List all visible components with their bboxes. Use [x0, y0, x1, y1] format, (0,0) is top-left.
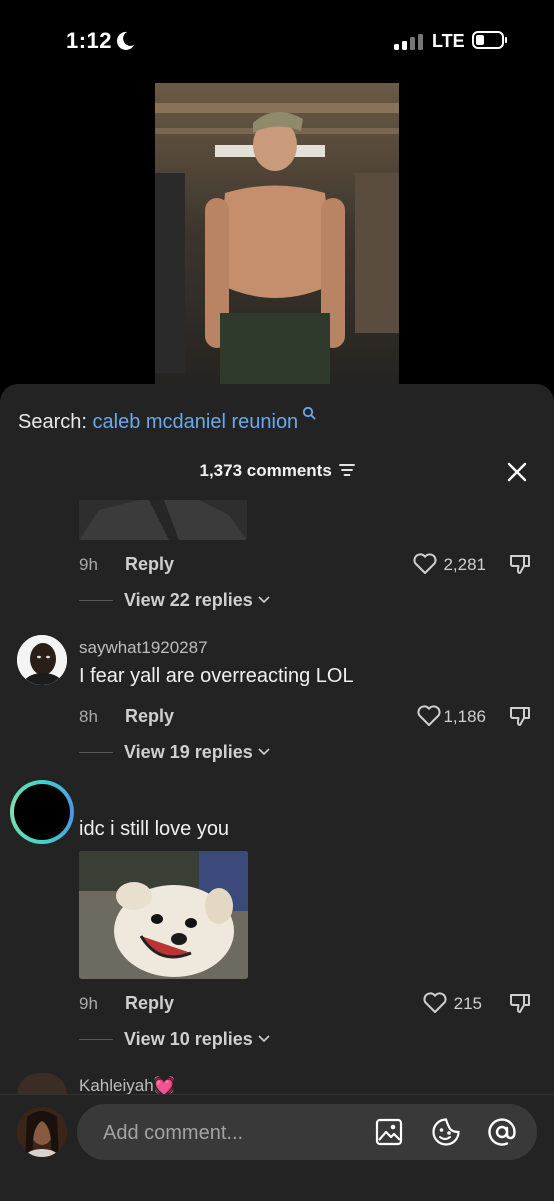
- status-time: 1:12: [66, 28, 113, 53]
- comment-age: 9h: [79, 555, 98, 574]
- reply-button[interactable]: Reply: [125, 706, 174, 727]
- comment-media[interactable]: [79, 500, 247, 540]
- network-label: LTE: [432, 31, 465, 51]
- dislike-icon[interactable]: [508, 991, 532, 1015]
- view-replies-button[interactable]: View 10 replies: [124, 1029, 270, 1050]
- view-replies-label: View 10 replies: [124, 1029, 253, 1049]
- signal-icon: [394, 34, 423, 50]
- comment-username[interactable]: Kahleiyah💓: [79, 1076, 175, 1094]
- dislike-icon[interactable]: [508, 704, 532, 728]
- reply-button[interactable]: Reply: [125, 554, 174, 575]
- comment-username[interactable]: saywhat1920287: [79, 638, 208, 658]
- heart-icon[interactable]: [412, 552, 438, 576]
- avatar[interactable]: [17, 635, 67, 685]
- filter-icon[interactable]: [338, 463, 355, 477]
- comment-text: idc i still love you: [79, 818, 230, 840]
- avatar[interactable]: [10, 780, 74, 844]
- comment-age: 9h: [79, 994, 98, 1013]
- image-icon[interactable]: [375, 1118, 403, 1146]
- battery-icon: [472, 31, 507, 49]
- view-replies-button[interactable]: View 19 replies: [124, 742, 270, 763]
- like-count: 2,281: [443, 555, 486, 574]
- video-frame: [155, 83, 399, 388]
- thread-line: [79, 1039, 113, 1040]
- view-replies-label: View 19 replies: [124, 742, 253, 762]
- thread-line: [79, 600, 113, 601]
- video-player[interactable]: [155, 83, 399, 388]
- heart-icon[interactable]: [416, 704, 442, 728]
- view-replies-label: View 22 replies: [124, 590, 253, 610]
- search-prefix: Search:: [18, 411, 87, 433]
- chevron-down-icon: [258, 596, 270, 604]
- comment-input[interactable]: [101, 1118, 355, 1148]
- comment-count: 1,373 comments: [199, 461, 332, 480]
- chevron-down-icon: [258, 1035, 270, 1043]
- user-avatar[interactable]: [17, 1107, 67, 1157]
- chevron-down-icon: [258, 748, 270, 756]
- like-count: 1,186: [443, 707, 486, 726]
- comment-age: 8h: [79, 707, 98, 726]
- mention-icon[interactable]: [487, 1117, 517, 1147]
- emoji-icon[interactable]: [431, 1117, 461, 1147]
- thread-line: [79, 752, 113, 753]
- dislike-icon[interactable]: [508, 552, 532, 576]
- close-icon[interactable]: [506, 461, 528, 483]
- search-suggestion[interactable]: Search: caleb mcdaniel reunion: [18, 406, 316, 434]
- comment-count-header: 1,373 comments: [0, 461, 554, 481]
- search-term-link[interactable]: caleb mcdaniel reunion: [93, 411, 299, 433]
- reply-button[interactable]: Reply: [125, 993, 174, 1014]
- comment-text: I fear yall are overreacting LOL: [79, 665, 354, 687]
- comment-media[interactable]: [79, 851, 248, 979]
- heart-icon[interactable]: [422, 991, 448, 1015]
- moon-icon: [116, 31, 134, 50]
- view-replies-button[interactable]: View 22 replies: [124, 590, 270, 611]
- search-icon: [302, 406, 316, 420]
- comment-input-pill: [77, 1104, 537, 1160]
- like-count: 215: [453, 994, 482, 1013]
